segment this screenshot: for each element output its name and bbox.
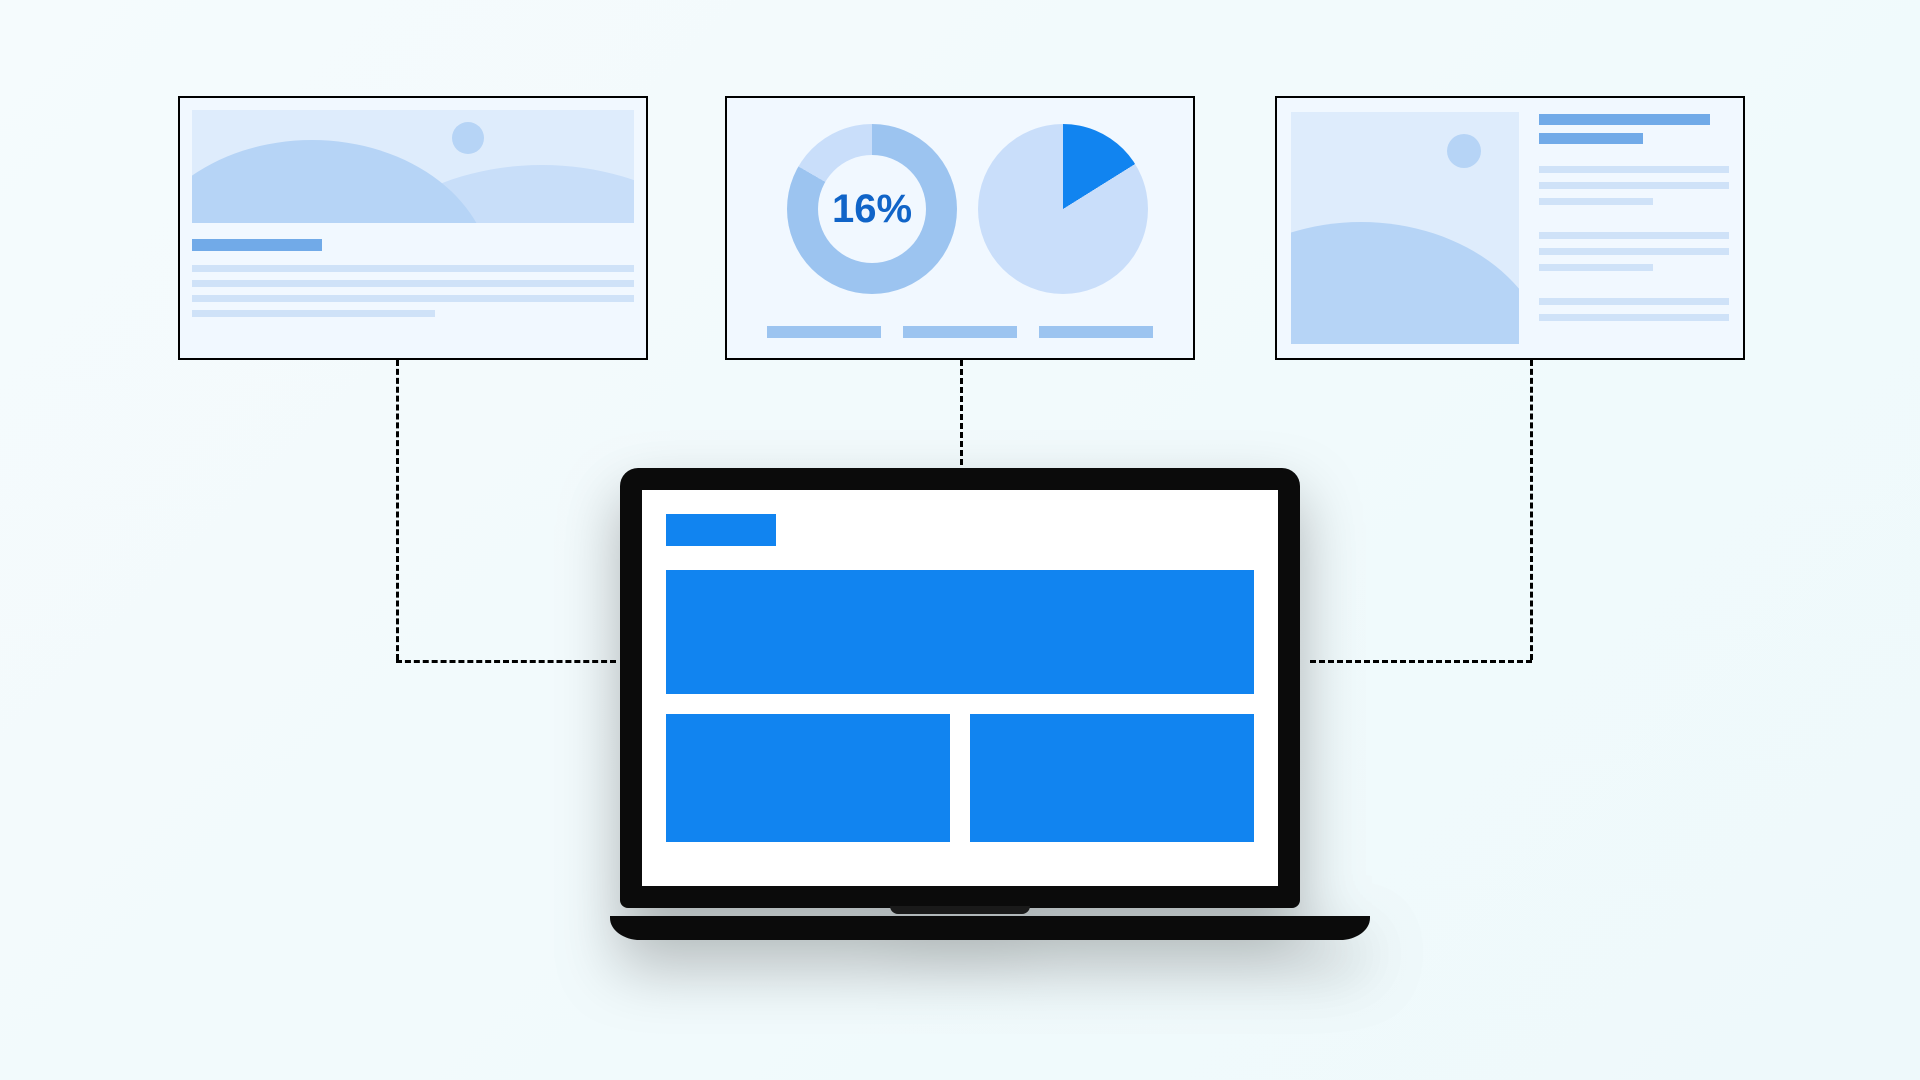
laptop-base — [610, 916, 1370, 940]
image-placeholder — [1291, 112, 1519, 344]
screen-title-block — [666, 514, 776, 546]
stat-bar — [1039, 326, 1153, 338]
connector-line — [1310, 660, 1532, 663]
screen-wide-block — [666, 570, 1254, 694]
screen-half-block — [666, 714, 950, 842]
connector-line — [1530, 360, 1533, 660]
connector-line — [960, 360, 963, 465]
title-placeholder — [192, 239, 322, 251]
stat-bar — [903, 326, 1017, 338]
donut-center-label: 16% — [818, 155, 926, 263]
connector-line — [396, 360, 399, 660]
pie-slice — [978, 124, 1148, 294]
connector-line — [396, 660, 616, 663]
card-stats: 16% — [725, 96, 1195, 360]
laptop-screen — [642, 490, 1278, 886]
sun-icon — [1447, 134, 1481, 168]
card-article — [178, 96, 648, 360]
sun-icon — [452, 122, 484, 154]
diagram-stage: 16% — [0, 0, 1920, 1080]
donut-chart: 16% — [787, 124, 957, 294]
heading-placeholder — [1539, 133, 1644, 144]
screen-row — [666, 714, 1254, 842]
stat-bar-row — [767, 326, 1153, 338]
laptop-device — [610, 468, 1310, 940]
laptop-bezel — [620, 468, 1300, 908]
paragraph-placeholder — [192, 265, 634, 317]
card-two-column — [1275, 96, 1745, 360]
text-column — [1539, 112, 1729, 344]
hero-image-placeholder — [192, 110, 634, 223]
heading-placeholder — [1539, 114, 1710, 125]
laptop-hinge-notch — [890, 906, 1030, 914]
stat-bar — [767, 326, 881, 338]
screen-half-block — [970, 714, 1254, 842]
landscape-shape — [1291, 222, 1519, 344]
pie-chart — [978, 124, 1148, 294]
